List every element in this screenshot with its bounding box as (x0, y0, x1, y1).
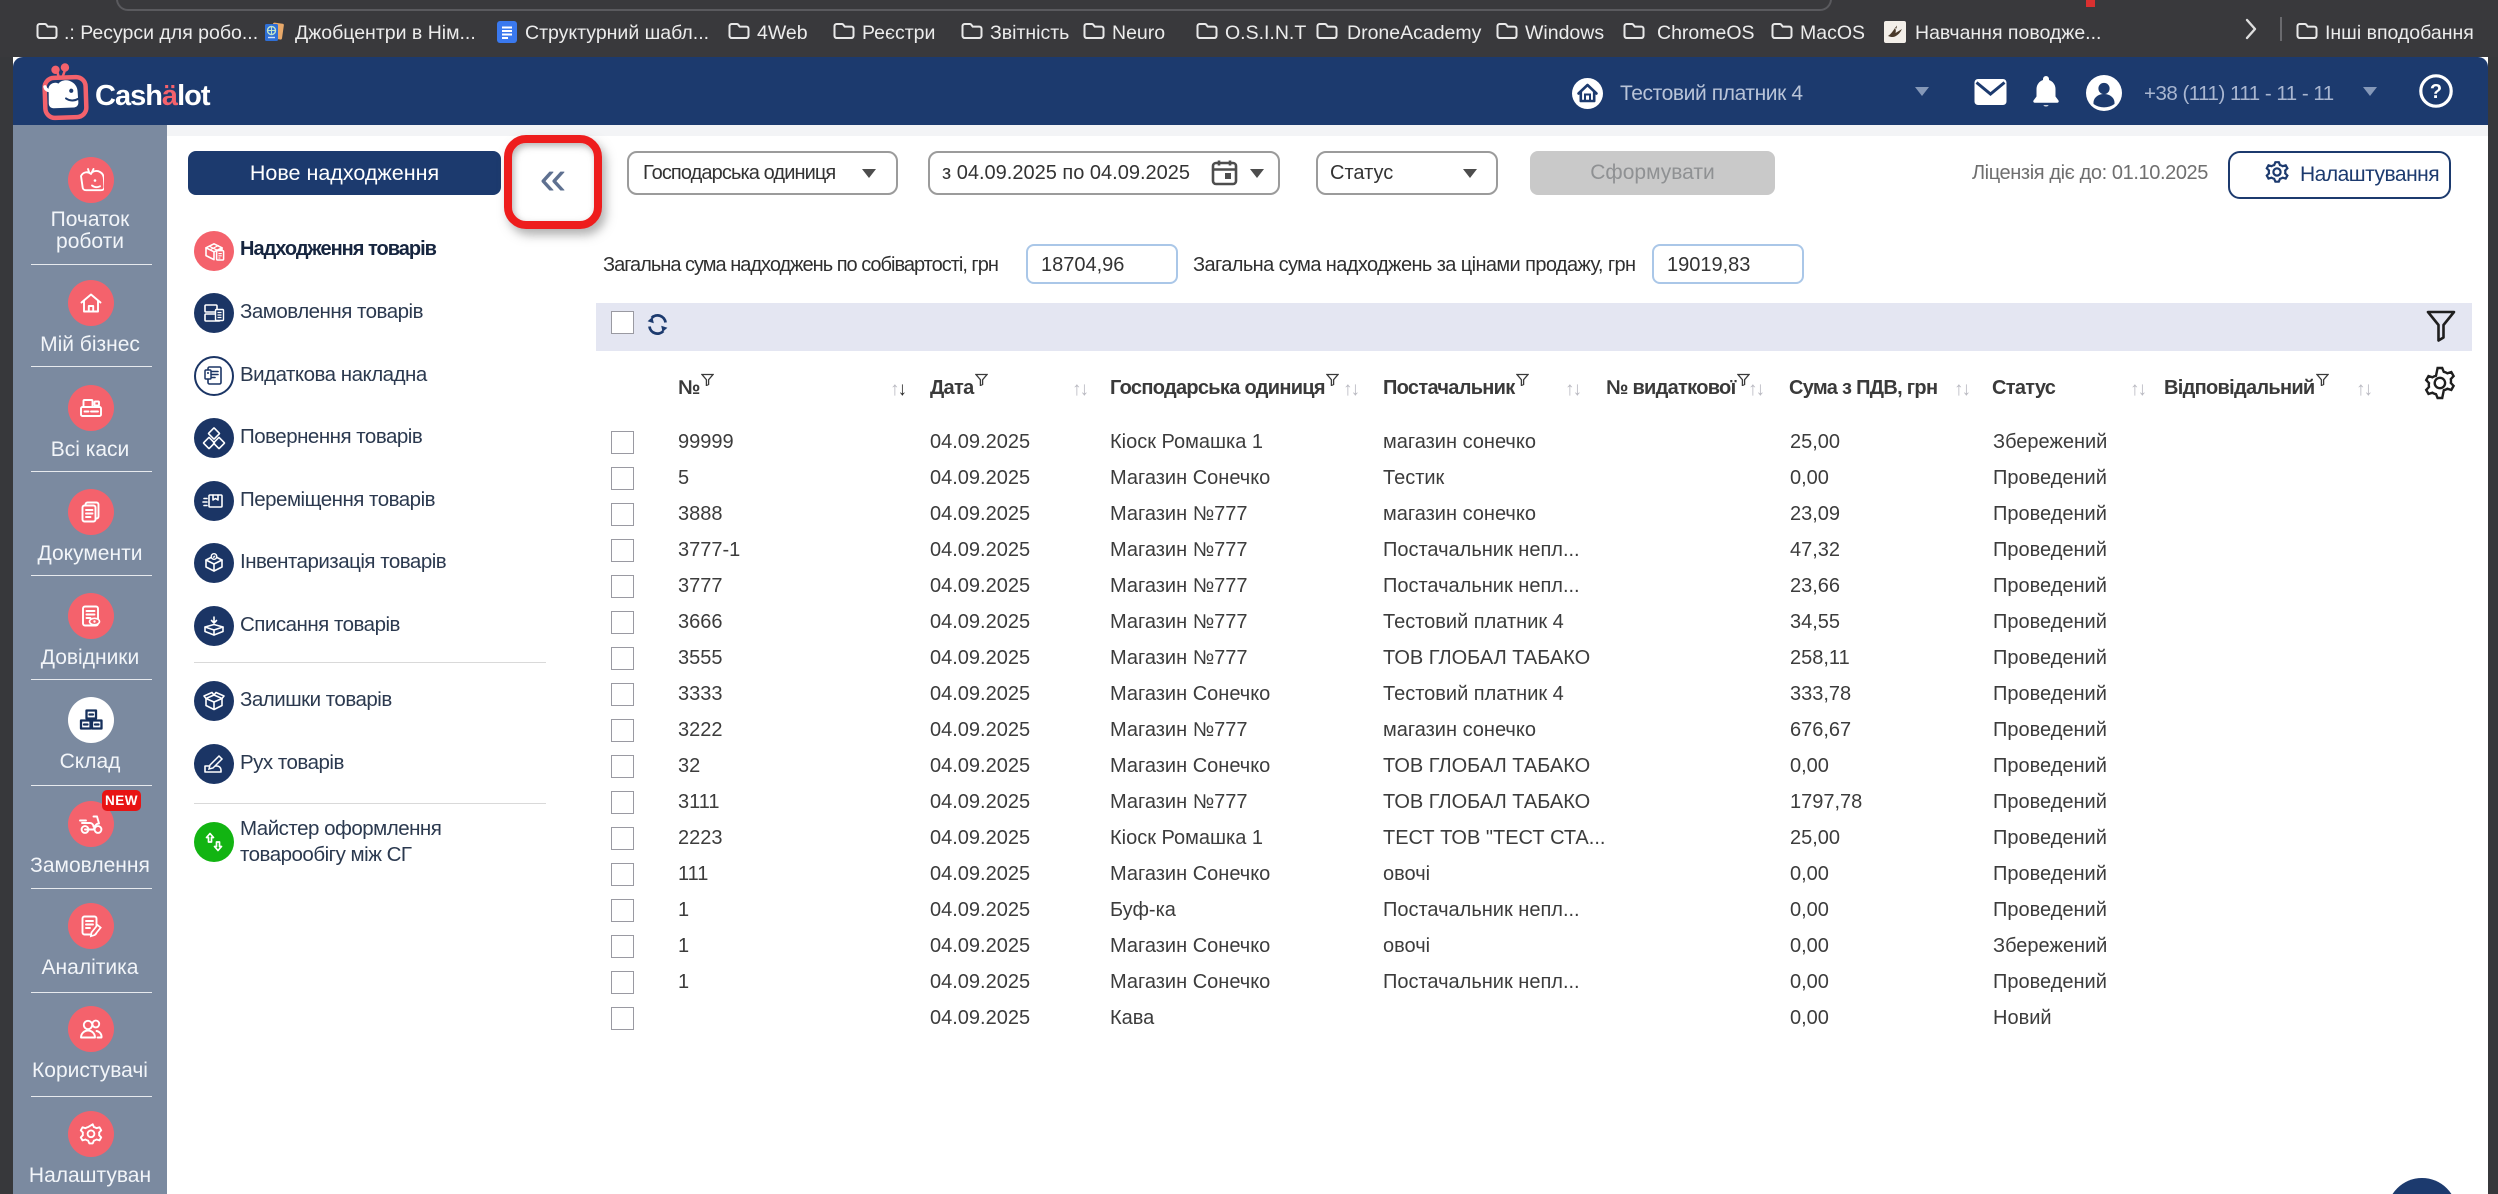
svg-text:?: ? (2430, 81, 2442, 103)
